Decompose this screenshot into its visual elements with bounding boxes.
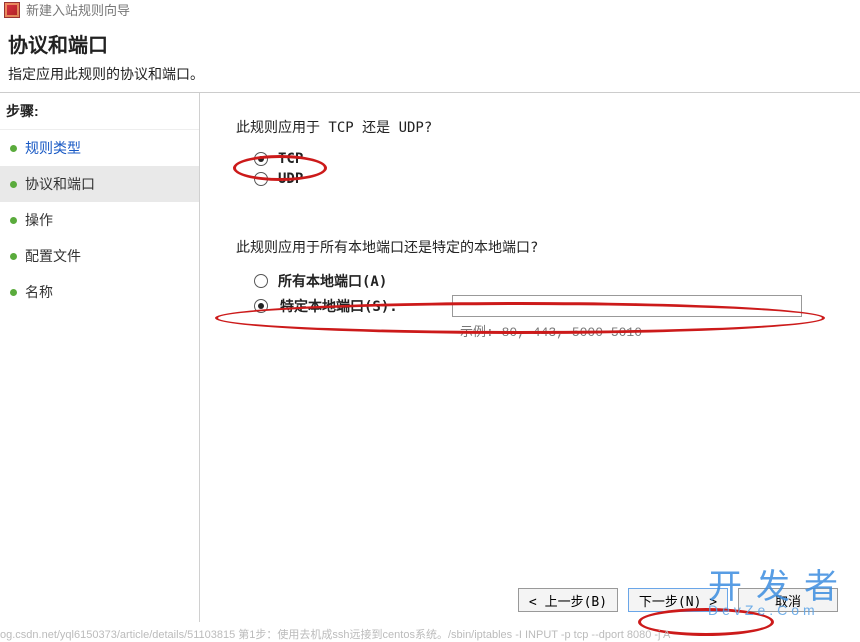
steps-sidebar: 步骤: 规则类型 协议和端口 操作 配置文件 名称 [0,93,200,622]
window-title: 新建入站规则向导 [26,0,130,19]
radio-specific-ports-label: 特定本地端口(S): [280,296,440,316]
step-label: 操作 [25,210,53,230]
step-action[interactable]: 操作 [0,202,199,238]
bullet-icon [10,181,17,188]
step-rule-type[interactable]: 规则类型 [0,130,199,166]
footer-ghost-text: og.csdn.net/yql6150373/article/details/5… [0,626,860,642]
radio-udp-label: UDP [278,171,303,187]
radio-all-ports-label: 所有本地端口(A) [278,271,387,291]
radio-tcp-label: TCP [278,151,303,167]
radio-specific-ports[interactable] [254,299,268,313]
radio-tcp[interactable] [254,152,268,166]
specific-ports-input[interactable] [452,295,802,317]
radio-specific-ports-row[interactable]: 特定本地端口(S): [254,295,836,317]
back-button[interactable]: < 上一步(B) [518,588,618,612]
radio-udp-row[interactable]: UDP [254,171,836,187]
step-label: 协议和端口 [25,174,95,194]
radio-all-ports[interactable] [254,274,268,288]
step-name[interactable]: 名称 [0,274,199,310]
port-question: 此规则应用于所有本地端口还是特定的本地端口? [236,237,836,257]
page-title: 协议和端口 [8,29,852,58]
ports-example-text: 示例: 80, 443, 5000-5010 [460,321,836,340]
wizard-main-panel: 此规则应用于 TCP 还是 UDP? TCP UDP 此规则应用于所有本地端口还… [200,93,860,622]
bullet-icon [10,253,17,260]
firewall-icon [4,2,20,18]
radio-all-ports-row[interactable]: 所有本地端口(A) [254,271,836,291]
bullet-icon [10,289,17,296]
radio-tcp-row[interactable]: TCP [254,151,836,167]
next-button[interactable]: 下一步(N) > [628,588,728,612]
radio-udp[interactable] [254,172,268,186]
step-label: 规则类型 [25,138,81,158]
wizard-header: 协议和端口 指定应用此规则的协议和端口。 [0,25,860,92]
page-subtitle: 指定应用此规则的协议和端口。 [8,64,852,84]
step-label: 名称 [25,282,53,302]
protocol-question: 此规则应用于 TCP 还是 UDP? [236,117,836,137]
cancel-button[interactable]: 取消 [738,588,838,612]
step-profile[interactable]: 配置文件 [0,238,199,274]
step-label: 配置文件 [25,246,81,266]
steps-heading: 步骤: [0,93,199,130]
bullet-icon [10,217,17,224]
window-titlebar: 新建入站规则向导 [0,0,860,25]
step-protocol-ports[interactable]: 协议和端口 [0,166,199,202]
bullet-icon [10,145,17,152]
